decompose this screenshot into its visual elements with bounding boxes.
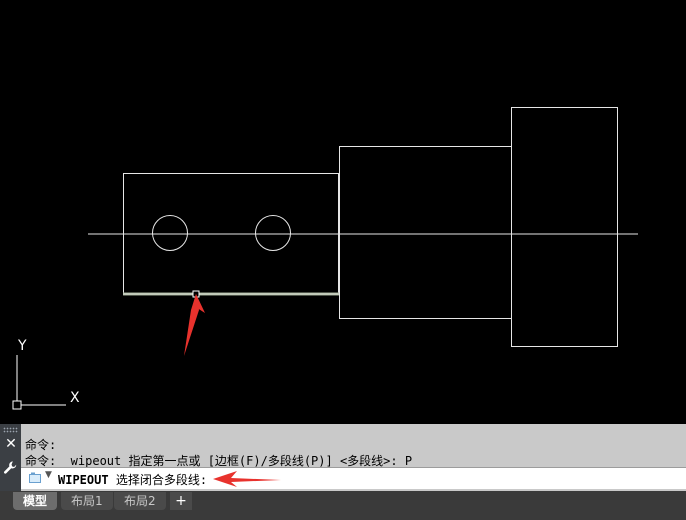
- grip-icon[interactable]: [3, 427, 18, 433]
- ucs-x-label: X: [70, 390, 80, 406]
- drawing-canvas[interactable]: Y X: [0, 0, 686, 424]
- layout-tabs: 模型 布局1 布局2 +: [0, 491, 686, 520]
- annotation-arrow-2: [213, 471, 281, 487]
- tab-layout1[interactable]: 布局1: [61, 492, 113, 510]
- chevron-down-icon[interactable]: ▼: [45, 470, 52, 480]
- add-tab-button[interactable]: +: [170, 492, 192, 510]
- wrench-icon[interactable]: [3, 460, 18, 475]
- command-prompt: WIPEOUT 选择闭合多段线:: [58, 471, 207, 488]
- command-window-sidebar: ✕: [0, 424, 21, 491]
- command-history-line-1: 命令:: [25, 438, 57, 452]
- close-icon[interactable]: ✕: [4, 437, 18, 451]
- prompt-text: 选择闭合多段线:: [115, 473, 208, 487]
- command-icon[interactable]: [29, 472, 41, 484]
- tab-model[interactable]: 模型: [13, 492, 58, 510]
- tab-layout2[interactable]: 布局2: [114, 492, 166, 510]
- command-input[interactable]: ▼ WIPEOUT 选择闭合多段线:: [21, 467, 686, 489]
- ucs-y-label: Y: [17, 338, 27, 354]
- prompt-command: WIPEOUT: [58, 473, 109, 487]
